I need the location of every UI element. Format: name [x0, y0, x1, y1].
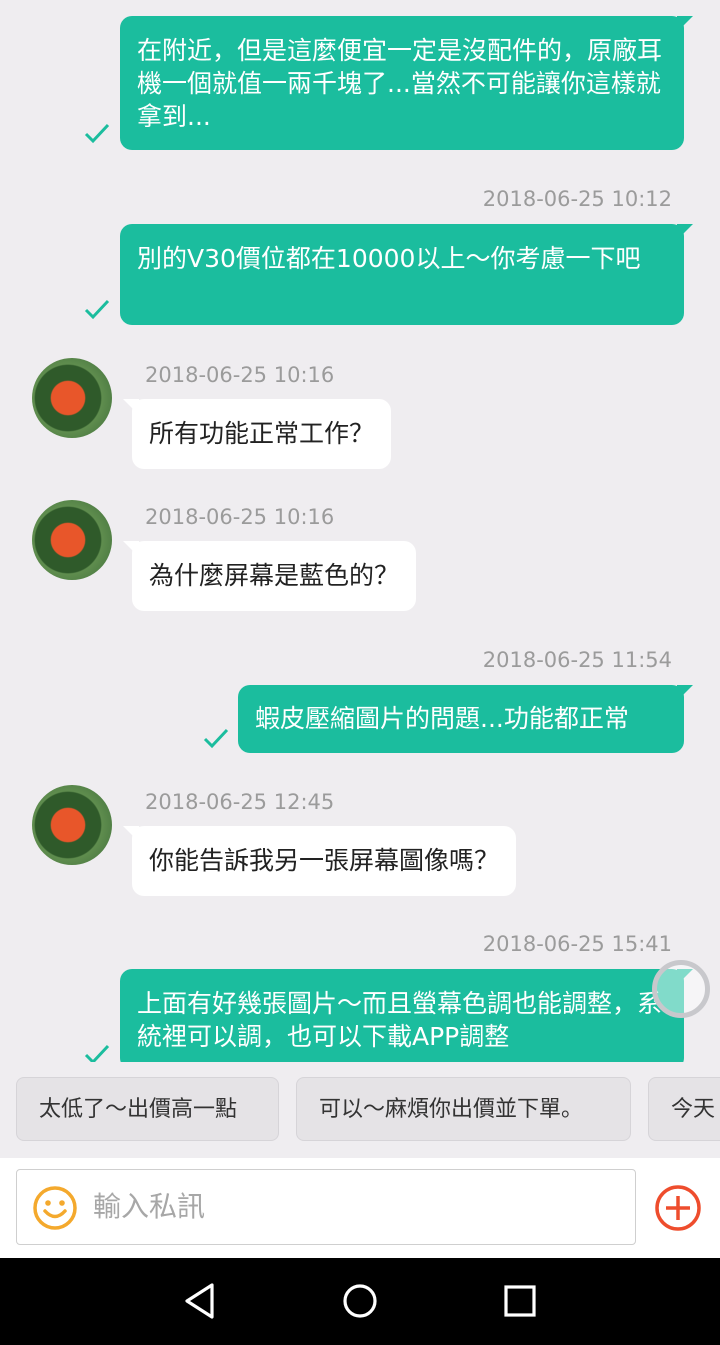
system-nav-bar	[0, 1258, 720, 1345]
read-check-icon	[84, 1044, 110, 1062]
avatar[interactable]	[32, 500, 112, 580]
message-sent: 別的V30價位都在10000以上～你考慮一下吧	[120, 224, 693, 325]
message-timestamp: 2018-06-25 15:41	[482, 932, 672, 956]
message-bubble[interactable]: 你能告訴我另一張屏幕圖像嗎？	[122, 826, 517, 896]
message-bubble[interactable]: 別的V30價位都在10000以上～你考慮一下吧	[120, 224, 693, 325]
message-timestamp: 2018-06-25 12:45	[145, 790, 335, 814]
message-input[interactable]: 輸入私訊	[16, 1169, 636, 1245]
back-icon[interactable]	[182, 1282, 218, 1320]
message-bubble[interactable]: 為什麼屏幕是藍色的？	[122, 541, 417, 611]
plus-circle-icon[interactable]	[653, 1183, 703, 1233]
home-icon[interactable]	[341, 1282, 379, 1320]
message-timestamp: 2018-06-25 10:12	[482, 187, 672, 211]
message-timestamp: 2018-06-25 10:16	[145, 363, 335, 387]
quick-replies-bar: 太低了～出價高一點 可以～麻煩你出價並下單。 今天	[0, 1062, 720, 1158]
recents-icon[interactable]	[503, 1284, 537, 1318]
message-bubble[interactable]: 上面有好幾張圖片～而且螢幕色調也能調整，系統裡可以調，也可以下載APP調整	[120, 969, 693, 1062]
message-sent: 上面有好幾張圖片～而且螢幕色調也能調整，系統裡可以調，也可以下載APP調整	[120, 969, 693, 1062]
avatar[interactable]	[32, 785, 112, 865]
input-placeholder: 輸入私訊	[93, 1190, 206, 1223]
quick-reply-chip[interactable]: 太低了～出價高一點	[16, 1077, 279, 1141]
message-sent: 蝦皮壓縮圖片的問題...功能都正常	[238, 685, 693, 753]
message-timestamp: 2018-06-25 11:54	[482, 648, 672, 672]
read-check-icon	[84, 299, 110, 320]
emoji-icon[interactable]	[32, 1185, 78, 1231]
read-check-icon	[84, 123, 110, 144]
chat-thread[interactable]: 在附近，但是這麼便宜一定是沒配件的，原廠耳機一個就值一兩千塊了...當然不可能讓…	[0, 0, 720, 1062]
message-timestamp: 2018-06-25 10:16	[145, 505, 335, 529]
message-input-bar: 輸入私訊	[0, 1158, 720, 1258]
read-check-icon	[203, 728, 229, 749]
message-bubble[interactable]: 在附近，但是這麼便宜一定是沒配件的，原廠耳機一個就值一兩千塊了...當然不可能讓…	[120, 16, 693, 150]
message-bubble[interactable]: 所有功能正常工作？	[122, 399, 392, 469]
message-sent: 在附近，但是這麼便宜一定是沒配件的，原廠耳機一個就值一兩千塊了...當然不可能讓…	[120, 16, 693, 150]
quick-reply-chip[interactable]: 可以～麻煩你出價並下單。	[296, 1077, 631, 1141]
scroll-indicator[interactable]	[652, 960, 710, 1018]
avatar[interactable]	[32, 358, 112, 438]
quick-reply-chip[interactable]: 今天	[648, 1077, 720, 1141]
message-bubble[interactable]: 蝦皮壓縮圖片的問題...功能都正常	[238, 685, 693, 753]
